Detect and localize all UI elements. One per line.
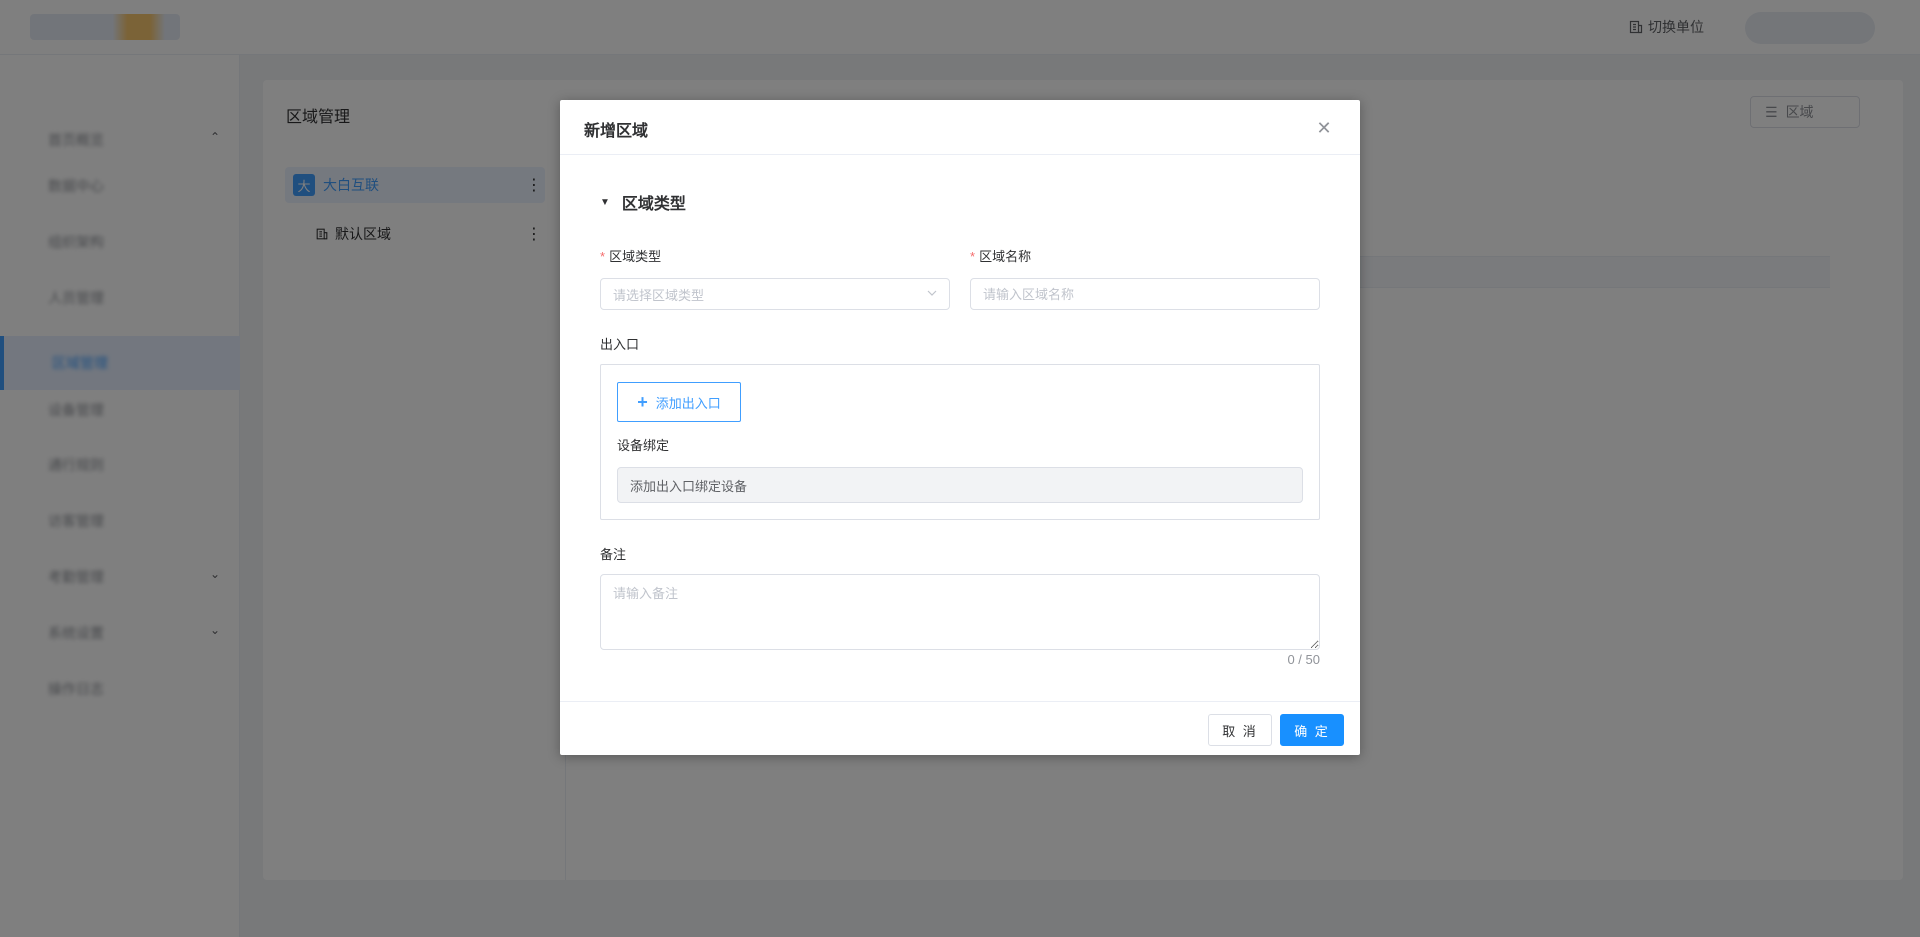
entrance-label: 出入口 <box>600 337 640 352</box>
region-type-label: * 区域类型 <box>600 249 662 264</box>
add-entrance-button[interactable]: + 添加出入口 <box>617 382 741 422</box>
dialog-footer: 取 消 确 定 <box>560 701 1360 755</box>
required-mark: * <box>970 249 976 264</box>
region-type-placeholder: 请选择区域类型 <box>613 287 705 303</box>
device-bind-label: 设备绑定 <box>617 438 670 453</box>
confirm-button[interactable]: 确 定 <box>1280 714 1344 746</box>
plus-icon: + <box>637 392 648 412</box>
cancel-button[interactable]: 取 消 <box>1208 714 1272 746</box>
caret-down-icon: ▼ <box>600 196 610 208</box>
remark-textarea[interactable] <box>600 574 1320 650</box>
chevron-down-icon <box>927 290 937 296</box>
add-entrance-label: 添加出入口 <box>655 395 721 411</box>
add-region-dialog: 新增区域 ✕ ▼ 区域类型 *区域类型 请选择区域类型 *区域名称 出入口 + … <box>560 100 1360 755</box>
section-title: 区域类型 <box>621 196 686 213</box>
region-name-label: * 区域名称 <box>970 249 1032 264</box>
device-bind-field[interactable]: 添加出入口绑定设备 <box>617 467 1303 503</box>
section-header[interactable]: ▼ 区域类型 <box>600 190 686 214</box>
region-type-select[interactable]: 请选择区域类型 <box>600 278 950 310</box>
remark-label: 备注 <box>600 547 627 562</box>
dialog-title: 新增区域 <box>584 123 649 140</box>
close-icon[interactable]: ✕ <box>1314 118 1334 138</box>
region-name-input[interactable] <box>970 278 1320 310</box>
required-mark: * <box>600 249 606 264</box>
dialog-header: 新增区域 ✕ <box>560 100 1360 155</box>
char-counter: 0 / 50 <box>1287 652 1320 667</box>
entrance-box: + 添加出入口 设备绑定 添加出入口绑定设备 <box>600 364 1320 520</box>
